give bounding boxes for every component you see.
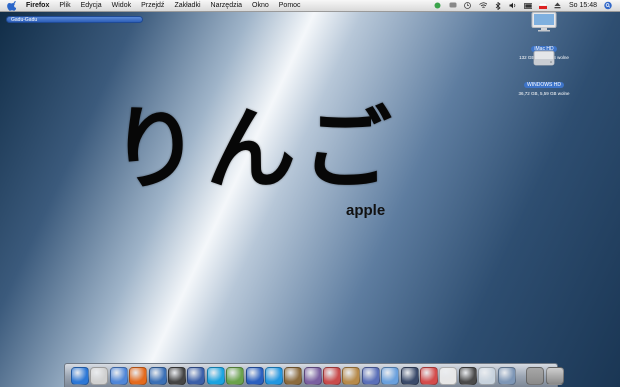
eject-icon[interactable] xyxy=(554,2,562,9)
firefox-icon[interactable] xyxy=(129,366,148,385)
menu-przejdz[interactable]: Przejdź xyxy=(136,0,169,11)
imovie-icon[interactable] xyxy=(245,366,264,385)
menu-zakladki[interactable]: Zakładki xyxy=(169,0,205,11)
textedit-icon[interactable] xyxy=(439,366,458,385)
menu-plik[interactable]: Plik xyxy=(54,0,75,11)
finder-icon[interactable] xyxy=(71,366,89,385)
status-green-icon[interactable] xyxy=(434,2,442,9)
skype-icon[interactable] xyxy=(206,366,225,385)
hard-drive-icon xyxy=(533,50,555,66)
gadu-gadu-bar[interactable]: Gadu-Gadu xyxy=(6,16,143,23)
menu-firefox[interactable]: Firefox xyxy=(22,0,54,11)
drive-windows-hd[interactable]: WINDOWS HD 36,72 GB, 5,59 GB wolne xyxy=(494,48,594,97)
spotlight-icon[interactable] xyxy=(604,1,612,10)
japanese-word: りんご xyxy=(110,97,398,202)
wifi-icon[interactable] xyxy=(479,2,487,9)
stack-icon[interactable] xyxy=(526,366,545,385)
menu-bar: Firefox Plik Edycja Widok Przejdź Zakład… xyxy=(0,0,620,12)
volume-icon[interactable] xyxy=(509,2,517,9)
trash-icon[interactable] xyxy=(545,366,564,385)
chat-icon[interactable] xyxy=(449,2,457,9)
red-app-icon[interactable] xyxy=(323,366,342,385)
doll-app-icon[interactable] xyxy=(342,366,361,385)
mail-icon[interactable] xyxy=(148,366,167,385)
dashboard-icon[interactable] xyxy=(90,366,109,385)
clock-status-icon[interactable] xyxy=(464,2,472,9)
nu-app-icon[interactable] xyxy=(303,366,322,385)
menu-narzedzia[interactable]: Narzędzia xyxy=(206,0,248,11)
itunes-icon[interactable] xyxy=(167,366,186,385)
menu-okno[interactable]: Okno xyxy=(247,0,274,11)
imac-drive-icon xyxy=(531,12,557,32)
system-prefs-icon[interactable] xyxy=(361,366,380,385)
ichat-icon[interactable] xyxy=(187,366,206,385)
battery-icon[interactable] xyxy=(524,2,532,9)
drive-label-windows: WINDOWS HD xyxy=(524,82,564,88)
menu-pomoc[interactable]: Pomoc xyxy=(274,0,306,11)
acrobat-icon[interactable] xyxy=(420,366,439,385)
disk-utility-icon[interactable] xyxy=(458,366,477,385)
network-app-icon[interactable] xyxy=(497,366,516,385)
menu-widok[interactable]: Widok xyxy=(107,0,136,11)
safari-icon[interactable] xyxy=(109,366,128,385)
menu-edycja[interactable]: Edycja xyxy=(76,0,107,11)
apple-menu-icon[interactable] xyxy=(6,0,16,11)
flag-icon[interactable] xyxy=(538,2,547,9)
menu-clock[interactable]: So 15:48 xyxy=(569,0,597,11)
preview-icon[interactable] xyxy=(381,366,400,385)
dock xyxy=(64,363,564,387)
terminal-icon[interactable] xyxy=(400,366,419,385)
bluetooth-icon[interactable] xyxy=(494,1,502,10)
iphoto-icon[interactable] xyxy=(264,366,283,385)
english-word: apple xyxy=(346,202,386,219)
image-capture-icon[interactable] xyxy=(478,366,497,385)
drive-info-windows: 36,72 GB, 5,59 GB wolne xyxy=(518,91,570,96)
menu-extras: So 15:48 xyxy=(434,0,612,11)
adium-icon[interactable] xyxy=(226,366,245,385)
photoshop-icon[interactable] xyxy=(284,366,303,385)
